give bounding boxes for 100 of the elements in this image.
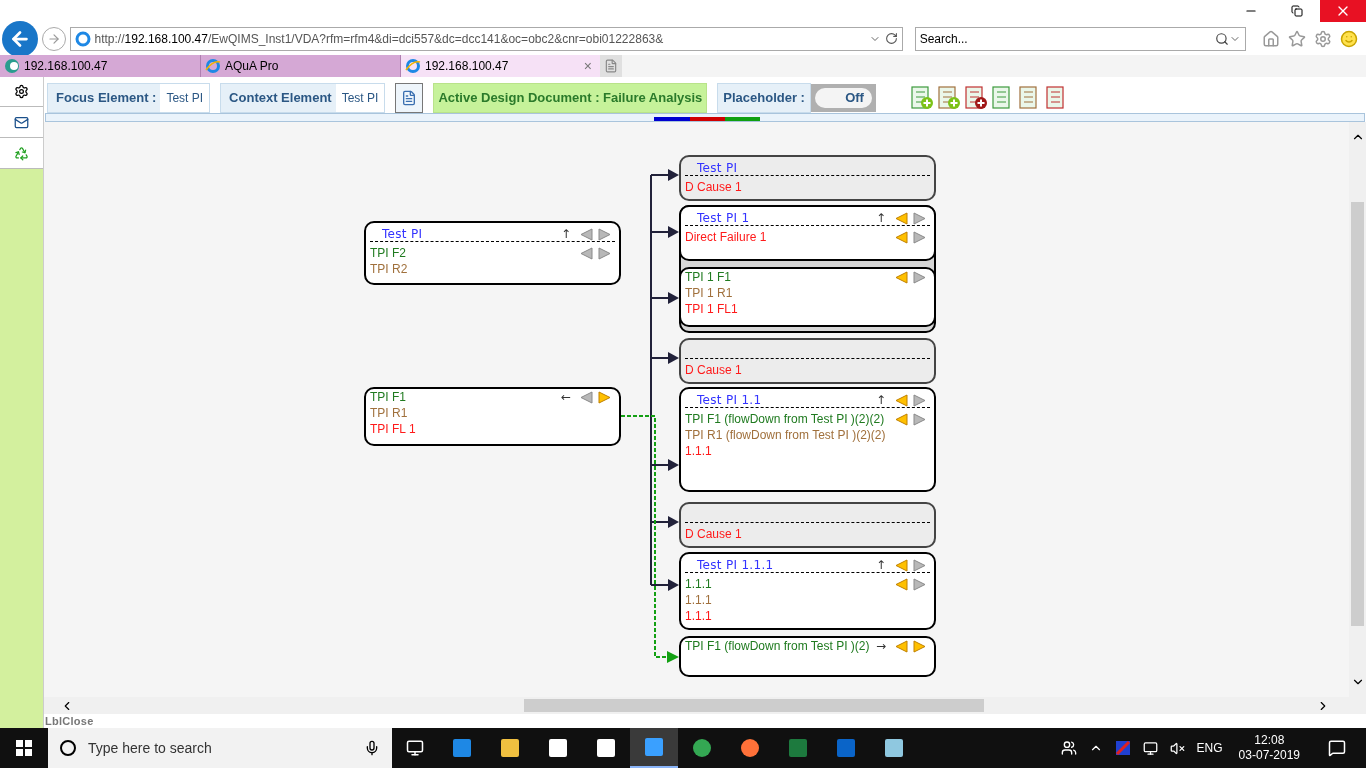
add-checklist-icon[interactable]: [936, 86, 961, 110]
node-entry[interactable]: 1.1.1: [685, 608, 712, 624]
node-entry[interactable]: TPI F1 (flowDown from Test PI )(2)(2): [685, 411, 885, 427]
app-logo-icon: [4, 58, 20, 74]
previous-triangle-icon[interactable]: [895, 412, 908, 426]
app-tile-icon[interactable]: [547, 737, 569, 759]
add-document-icon[interactable]: [909, 86, 934, 110]
previous-triangle-icon[interactable]: [895, 230, 908, 244]
previous-triangle-icon[interactable]: [895, 577, 908, 591]
context-element-value: Test PI: [335, 84, 385, 112]
active-document-label: Active Design Document : Failure Analysis: [433, 83, 708, 113]
node-entry[interactable]: TPI R1 (flowDown from Test PI )(2)(2): [685, 427, 886, 443]
smiley-icon[interactable]: [1340, 29, 1358, 48]
vertical-scrollbar[interactable]: [1349, 122, 1366, 697]
app-tile-icon[interactable]: [451, 737, 473, 759]
search-field[interactable]: Search...: [914, 26, 1246, 51]
node-entry[interactable]: D Cause 1: [685, 179, 742, 195]
app-tile-icon[interactable]: [787, 737, 809, 759]
address-text: http://192.168.100.47/EwQIMS_Inst1/VDA?rfm=rfm4&di=dci557&dc=dcc141&oc=obc2&cnr=obi01222863&: [94, 30, 665, 48]
horizontal-scrollbar[interactable]: [44, 697, 1366, 714]
arrow-glyph[interactable]: ←: [560, 391, 571, 403]
taskbar-search-field[interactable]: Type here to search: [48, 728, 392, 768]
arrow-glyph[interactable]: ↑: [875, 559, 886, 571]
windows-logo-icon[interactable]: [16, 740, 32, 756]
node-entry[interactable]: 1.1.1: [685, 592, 712, 608]
node-entry[interactable]: TPI 1 F1: [685, 269, 731, 285]
next-triangle-icon[interactable]: [913, 270, 926, 284]
language-indicator[interactable]: ENG: [1196, 739, 1223, 757]
app-tile-icon[interactable]: [835, 737, 857, 759]
globe-e-icon: [74, 30, 91, 47]
node-entry[interactable]: D Cause 1: [685, 362, 742, 378]
next-triangle-icon[interactable]: [913, 211, 926, 225]
next-triangle-icon[interactable]: [913, 393, 926, 407]
people-icon[interactable]: [1060, 740, 1077, 756]
node-entry[interactable]: D Cause 1: [685, 526, 742, 542]
focus-element-value: Test PI: [160, 84, 210, 112]
next-triangle-icon[interactable]: [913, 230, 926, 244]
tab-close[interactable]: ×: [583, 55, 600, 77]
next-triangle-icon[interactable]: [598, 246, 611, 260]
arrow-glyph[interactable]: ↑: [875, 212, 886, 224]
previous-triangle-icon[interactable]: [895, 211, 908, 225]
arrow-glyph[interactable]: →: [875, 640, 886, 652]
arrow-glyph[interactable]: ↑: [560, 228, 571, 240]
node-entry[interactable]: 1.1.1: [685, 576, 712, 592]
forward-arrow-icon[interactable]: [46, 31, 61, 46]
tray-app-icon[interactable]: [1114, 740, 1131, 756]
taskbar-search-placeholder: Type here to search: [88, 738, 213, 758]
network-icon[interactable]: [1142, 740, 1158, 756]
settings-icon[interactable]: [14, 84, 29, 99]
next-triangle-icon[interactable]: [913, 558, 926, 572]
previous-triangle-icon[interactable]: [580, 390, 593, 404]
back-button[interactable]: [2, 20, 38, 57]
close-label[interactable]: LblClose: [44, 714, 1366, 728]
task-view-icon[interactable]: [406, 739, 424, 757]
node-entry[interactable]: TPI R1: [370, 405, 408, 421]
refresh-icon[interactable]: [884, 32, 898, 45]
edit-document-button[interactable]: [395, 83, 424, 113]
restore-icon[interactable]: [1291, 5, 1303, 17]
previous-triangle-icon[interactable]: [580, 246, 593, 260]
app-tile-icon[interactable]: [499, 737, 521, 759]
star-icon[interactable]: [1288, 29, 1306, 48]
next-triangle-icon[interactable]: [913, 412, 926, 426]
node-entry[interactable]: TPI R2: [370, 261, 408, 277]
address-field[interactable]: http://192.168.100.47/EwQIMS_Inst1/VDA?rfm=rfm4&di=dci557&dc=dcc141&oc=obc2&cnr=obi01222863&: [69, 26, 903, 51]
arrow-glyph[interactable]: ↑: [875, 394, 886, 406]
previous-triangle-icon[interactable]: [895, 270, 908, 284]
node-entry[interactable]: TPI 1 R1: [685, 285, 733, 301]
placeholder-toggle[interactable]: Off: [810, 84, 876, 112]
document-pencil-icon[interactable]: [401, 90, 418, 106]
microphone-icon[interactable]: [364, 740, 380, 756]
next-triangle-icon[interactable]: [913, 577, 926, 591]
next-triangle-icon[interactable]: [598, 227, 611, 241]
app-tile-icon[interactable]: [643, 736, 665, 758]
search-icon[interactable]: [1215, 31, 1229, 46]
app-tile-icon[interactable]: [883, 737, 905, 759]
node-entry[interactable]: TPI F1: [370, 389, 406, 405]
node-entry[interactable]: 1.1.1: [685, 443, 712, 459]
app-tile-icon[interactable]: [739, 737, 761, 759]
node-entry[interactable]: TPI 1 FL1: [685, 301, 738, 317]
add-numbered-list-icon[interactable]: [963, 86, 988, 110]
browser-tab[interactable]: 192.168.100.47: [401, 55, 584, 77]
node-entry[interactable]: Direct Failure 1: [685, 229, 767, 245]
previous-triangle-icon[interactable]: [895, 393, 908, 407]
previous-triangle-icon[interactable]: [580, 227, 593, 241]
notifications-icon[interactable]: [1328, 739, 1346, 757]
mail-screen-icon[interactable]: [14, 114, 29, 130]
previous-triangle-icon[interactable]: [895, 558, 908, 572]
volume-muted-icon[interactable]: [1169, 740, 1185, 756]
home-icon[interactable]: [1262, 29, 1280, 48]
recycle-icon[interactable]: [14, 145, 29, 161]
next-triangle-icon[interactable]: [598, 390, 611, 404]
node-entry[interactable]: TPI FL 1: [370, 421, 416, 437]
browser-tab[interactable]: 192.168.100.47: [0, 55, 200, 77]
previous-triangle-icon[interactable]: [895, 639, 908, 653]
node-title: Test PI: [697, 160, 738, 177]
app-tile-icon[interactable]: [595, 737, 617, 759]
next-triangle-icon[interactable]: [913, 639, 926, 653]
node-entry[interactable]: TPI F1 (flowDown from Test PI )(2): [685, 638, 870, 654]
browser-tab[interactable]: AQuA Pro: [201, 55, 400, 77]
node-entry[interactable]: TPI F2: [370, 245, 406, 261]
